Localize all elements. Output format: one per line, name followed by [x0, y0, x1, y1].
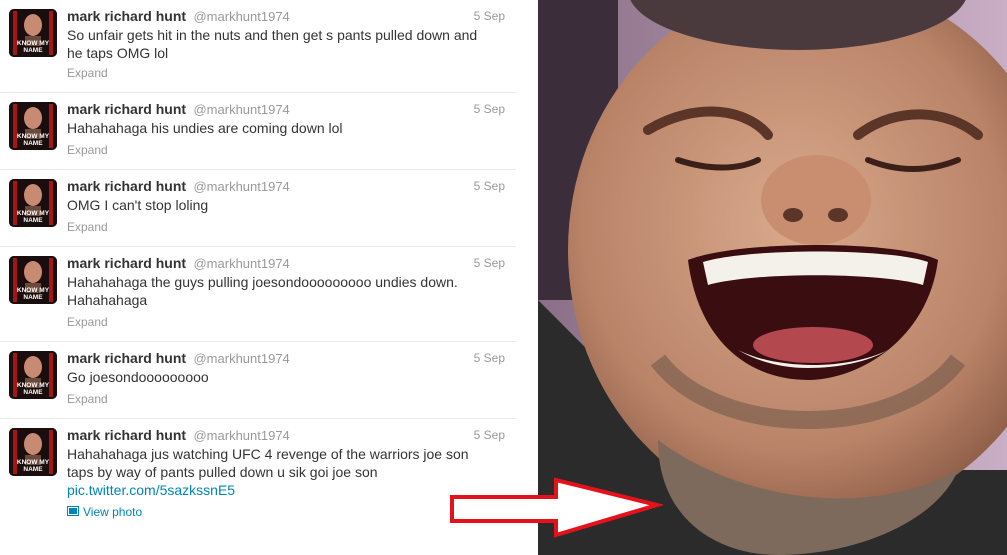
tweet: KNOW MY NAME mark richard hunt @markhunt… — [0, 170, 516, 247]
view-photo-button[interactable]: View photo — [67, 505, 142, 519]
arrow-pointer-icon — [449, 477, 665, 544]
user-handle[interactable]: @markhunt1974 — [193, 102, 289, 117]
tweet-text-body: Hahahahaga jus watching UFC 4 revenge of… — [67, 446, 469, 480]
tweet-text: OMG I can't stop loling — [67, 197, 209, 213]
avatar[interactable]: KNOW MY NAME — [9, 428, 57, 476]
expand-link[interactable]: Expand — [67, 315, 108, 329]
svg-text:NAME: NAME — [23, 217, 43, 224]
svg-text:NAME: NAME — [23, 466, 43, 473]
view-photo-label: View photo — [83, 505, 143, 519]
avatar[interactable]: KNOW MY NAME — [9, 351, 57, 399]
user-name[interactable]: mark richard hunt — [67, 350, 186, 366]
tweet-text: Hahahahaga jus watching UFC 4 revenge of… — [67, 445, 492, 499]
tweet-timestamp[interactable]: 5 Sep — [474, 179, 505, 193]
user-handle[interactable]: @markhunt1974 — [193, 256, 289, 271]
tweet-timestamp[interactable]: 5 Sep — [474, 9, 505, 23]
svg-text:NAME: NAME — [23, 294, 43, 301]
user-name[interactable]: mark richard hunt — [67, 427, 186, 443]
user-handle[interactable]: @markhunt1974 — [193, 179, 289, 194]
tweet-text: Go joesondooooooooo — [67, 369, 209, 385]
svg-text:NAME: NAME — [23, 389, 43, 396]
laughing-face-photo — [538, 0, 1007, 555]
tweet: KNOW MY NAME mark richard hunt @markhunt… — [0, 419, 516, 555]
user-handle[interactable]: @markhunt1974 — [193, 9, 289, 24]
tweet-text: Hahahahaga the guys pulling joesondooooo… — [67, 274, 458, 308]
tweet: KNOW MY NAME mark richard hunt @markhunt… — [0, 247, 516, 342]
user-name[interactable]: mark richard hunt — [67, 8, 186, 24]
expand-link[interactable]: Expand — [67, 143, 108, 157]
svg-text:KNOW MY: KNOW MY — [17, 40, 50, 47]
tweet-text: So unfair gets hit in the nuts and then … — [67, 27, 478, 61]
tweet-timeline: KNOW MY NAME mark richard hunt @markhunt… — [0, 0, 516, 555]
avatar[interactable]: KNOW MY NAME — [9, 256, 57, 304]
svg-text:NAME: NAME — [23, 140, 43, 147]
tweet-text: Hahahahaga his undies are coming down lo… — [67, 120, 343, 136]
avatar[interactable]: KNOW MY NAME — [9, 102, 57, 150]
tweet: KNOW MY NAME mark richard hunt @markhunt… — [0, 342, 516, 419]
svg-text:KNOW MY: KNOW MY — [17, 287, 50, 294]
tweet: KNOW MY NAME mark richard hunt @markhunt… — [0, 0, 516, 93]
avatar[interactable]: KNOW MY NAME — [9, 9, 57, 57]
svg-text:NAME: NAME — [23, 47, 43, 54]
user-handle[interactable]: @markhunt1974 — [193, 428, 289, 443]
user-name[interactable]: mark richard hunt — [67, 255, 186, 271]
avatar[interactable]: KNOW MY NAME — [9, 179, 57, 227]
user-handle[interactable]: @markhunt1974 — [193, 351, 289, 366]
svg-text:KNOW MY: KNOW MY — [17, 459, 50, 466]
photo-link[interactable]: pic.twitter.com/5sazkssnE5 — [67, 482, 235, 498]
tweet-timestamp[interactable]: 5 Sep — [474, 428, 505, 442]
tweet-timestamp[interactable]: 5 Sep — [474, 102, 505, 116]
svg-text:KNOW MY: KNOW MY — [17, 382, 50, 389]
tweet-timestamp[interactable]: 5 Sep — [474, 256, 505, 270]
svg-text:KNOW MY: KNOW MY — [17, 133, 50, 140]
expand-link[interactable]: Expand — [67, 66, 108, 80]
expand-link[interactable]: Expand — [67, 392, 108, 406]
photo-icon — [67, 505, 79, 519]
user-name[interactable]: mark richard hunt — [67, 178, 186, 194]
expand-link[interactable]: Expand — [67, 220, 108, 234]
svg-text:KNOW MY: KNOW MY — [17, 210, 50, 217]
tweet: KNOW MY NAME mark richard hunt @markhunt… — [0, 93, 516, 170]
user-name[interactable]: mark richard hunt — [67, 101, 186, 117]
tweet-timestamp[interactable]: 5 Sep — [474, 351, 505, 365]
